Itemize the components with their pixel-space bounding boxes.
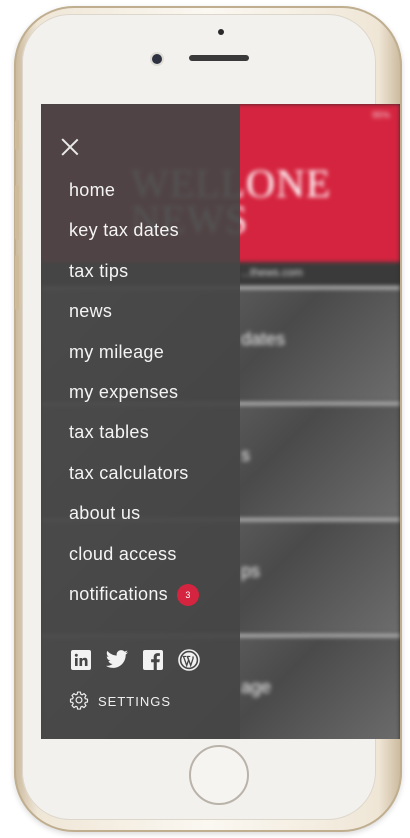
menu-item-my-expenses[interactable]: my expenses <box>69 378 199 418</box>
screen: 95% WELLONE NEWS ...thews.com dates s ps… <box>41 104 400 739</box>
home-button[interactable] <box>189 745 249 805</box>
menu-item-tax-calculators[interactable]: tax calculators <box>69 459 199 499</box>
front-camera <box>152 54 162 64</box>
drawer-menu: home key tax dates tax tips news my mile… <box>69 176 199 620</box>
menu-item-my-mileage[interactable]: my mileage <box>69 338 199 378</box>
menu-item-home[interactable]: home <box>69 176 199 216</box>
menu-item-tax-tips[interactable]: tax tips <box>69 257 199 297</box>
close-icon[interactable] <box>61 138 79 156</box>
twitter-icon[interactable] <box>105 649 129 671</box>
menu-item-notifications[interactable]: notifications 3 <box>69 580 199 620</box>
menu-item-cloud-access[interactable]: cloud access <box>69 540 199 580</box>
menu-item-news[interactable]: news <box>69 297 199 337</box>
proximity-sensor <box>218 29 224 35</box>
mute-switch <box>15 120 19 150</box>
menu-item-key-tax-dates[interactable]: key tax dates <box>69 216 199 256</box>
volume-down-button <box>15 255 19 310</box>
bg-battery-status: 95% <box>371 110 390 120</box>
earpiece-speaker <box>189 55 249 61</box>
menu-item-tax-tables[interactable]: tax tables <box>69 418 199 458</box>
facebook-icon[interactable] <box>141 649 165 671</box>
menu-item-about-us[interactable]: about us <box>69 499 199 539</box>
notification-badge: 3 <box>176 583 199 606</box>
settings-button[interactable]: SETTINGS <box>69 690 171 713</box>
social-links <box>69 649 201 671</box>
volume-up-button <box>15 185 19 240</box>
linkedin-icon[interactable] <box>69 649 93 671</box>
settings-label: SETTINGS <box>98 694 172 709</box>
wordpress-icon[interactable] <box>177 649 201 671</box>
gear-icon <box>69 690 89 713</box>
navigation-drawer: home key tax dates tax tips news my mile… <box>41 104 240 739</box>
